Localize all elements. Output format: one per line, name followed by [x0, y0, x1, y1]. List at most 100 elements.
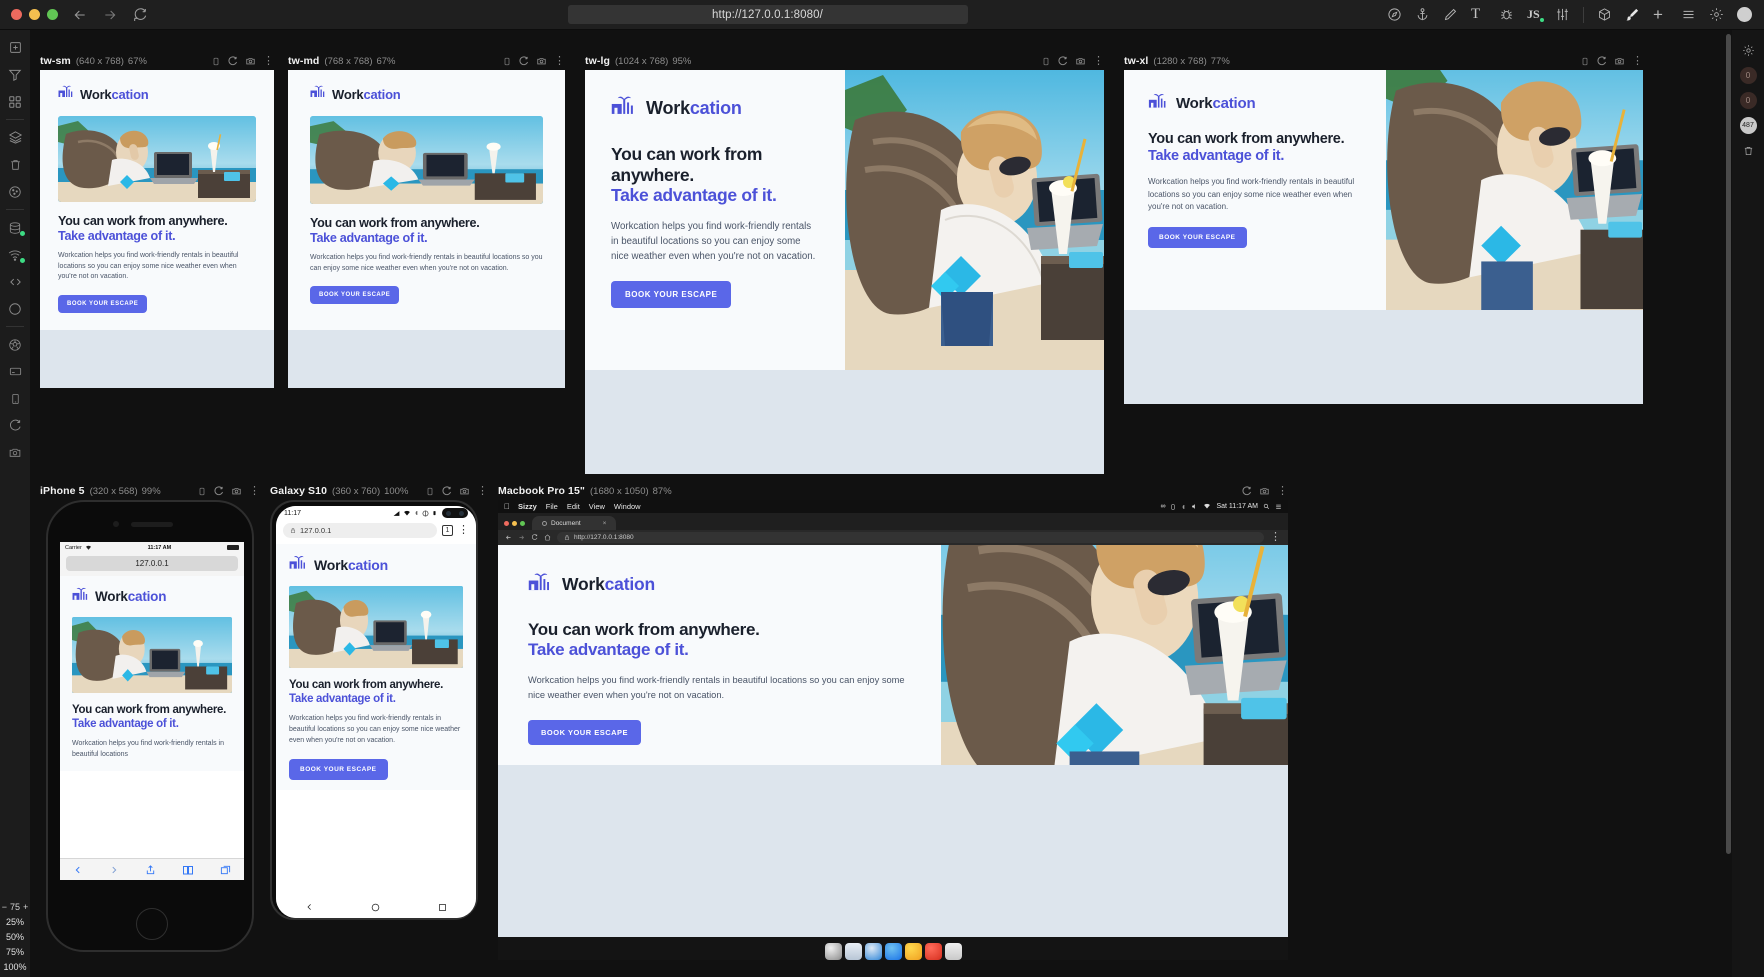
zoom-plus-button[interactable]: +: [23, 902, 28, 912]
device-menu-icon[interactable]: ⋮: [249, 485, 260, 496]
tabs-icon[interactable]: [220, 864, 231, 876]
menu-file[interactable]: File: [546, 502, 558, 511]
book-your-escape-button[interactable]: BOOK YOUR ESCAPE: [58, 295, 148, 314]
macbook-screen[interactable]:  Sizzy File Edit View Window ∞ Sat 11:1…: [498, 500, 1288, 960]
minimize-window-button[interactable]: [512, 521, 517, 526]
camera-icon[interactable]: [0, 439, 30, 466]
omnibox[interactable]: http://127.0.0.1:8080: [557, 532, 1264, 543]
home-icon[interactable]: [371, 903, 380, 912]
chrome-window-controls[interactable]: [504, 521, 525, 530]
brush-icon[interactable]: [1625, 7, 1640, 22]
device-reload-icon[interactable]: [518, 55, 529, 67]
close-window-button[interactable]: [504, 521, 509, 526]
browser-tab[interactable]: Document ×: [532, 516, 617, 530]
device-menu-icon[interactable]: ⋮: [1277, 485, 1288, 496]
site-logo[interactable]: Workcation: [528, 571, 911, 598]
dock-icon-safari[interactable]: [864, 943, 882, 960]
device-screenshot-icon[interactable]: [245, 56, 256, 66]
home-icon[interactable]: [544, 534, 551, 541]
forward-icon[interactable]: [102, 7, 118, 23]
chrome-url-bar[interactable]: 127.0.0.1 1 ⋮: [276, 520, 476, 544]
window-controls[interactable]: [0, 9, 58, 20]
device-viewport-tw-sm[interactable]: Workcation You can work from anywhere. T…: [40, 70, 274, 330]
share-icon[interactable]: [145, 864, 156, 876]
code-icon[interactable]: [0, 268, 30, 295]
control-center-icon[interactable]: [1275, 503, 1282, 510]
zoom-preset-50[interactable]: 50%: [6, 932, 24, 942]
zoom-stepper[interactable]: − 75 +: [2, 902, 29, 912]
circle-icon[interactable]: [0, 295, 30, 322]
counter-badge-487[interactable]: 487: [1739, 117, 1757, 134]
mobile-icon[interactable]: [0, 385, 30, 412]
device-screenshot-icon[interactable]: [1075, 56, 1086, 66]
zoom-minus-button[interactable]: −: [2, 902, 7, 912]
database-icon[interactable]: [0, 214, 30, 241]
maximize-window-button[interactable]: [47, 9, 58, 20]
menu-view[interactable]: View: [589, 502, 605, 511]
anchor-icon[interactable]: [1415, 7, 1430, 22]
url-text[interactable]: 127.0.0.1: [300, 526, 331, 535]
device-reload-icon[interactable]: [1596, 55, 1607, 67]
tab-count-button[interactable]: 1: [442, 525, 453, 536]
counter-badge-b[interactable]: 0: [1739, 92, 1757, 109]
close-window-button[interactable]: [11, 9, 22, 20]
trash-icon[interactable]: [1740, 142, 1757, 159]
card-icon[interactable]: [0, 358, 30, 385]
site-logo[interactable]: Workcation: [1148, 92, 1362, 115]
site-logo[interactable]: Workcation: [58, 84, 256, 104]
list-icon[interactable]: [1681, 7, 1696, 22]
device-reload-icon[interactable]: [441, 485, 452, 497]
site-logo[interactable]: Workcation: [72, 586, 232, 607]
device-rotate-icon[interactable]: [426, 486, 434, 497]
device-reload-icon[interactable]: [1057, 55, 1068, 67]
device-menu-icon[interactable]: ⋮: [1093, 55, 1104, 66]
add-device-icon[interactable]: [0, 34, 30, 61]
dock-icon-notes[interactable]: [904, 943, 922, 960]
book-your-escape-button[interactable]: BOOK YOUR ESCAPE: [310, 286, 400, 305]
filter-icon[interactable]: [0, 61, 30, 88]
record-icon[interactable]: [1737, 7, 1752, 22]
device-menu-icon[interactable]: ⋮: [477, 485, 488, 496]
minimize-window-button[interactable]: [29, 9, 40, 20]
zoom-preset-100[interactable]: 100%: [3, 962, 26, 972]
wifi-icon[interactable]: [0, 241, 30, 268]
macos-dock[interactable]: [498, 938, 1288, 960]
sliders-icon[interactable]: [1555, 7, 1570, 22]
dock-icon-launchpad[interactable]: [844, 943, 862, 960]
device-screenshot-icon[interactable]: [1259, 486, 1270, 496]
url-input[interactable]: http://127.0.0.1:8080/: [567, 5, 968, 24]
device-canvas[interactable]: tw-sm (640 x 768) 67% ⋮ Workcation You c…: [30, 30, 1732, 977]
js-icon[interactable]: JS: [1527, 7, 1544, 22]
dock-icon-finder[interactable]: [824, 943, 842, 960]
text-icon[interactable]: T: [1471, 7, 1486, 22]
chrome-menu-icon[interactable]: ⋮: [1270, 532, 1281, 543]
dock-icon-music[interactable]: [924, 943, 942, 960]
soccer-icon[interactable]: [0, 331, 30, 358]
device-menu-icon[interactable]: ⋮: [1632, 55, 1643, 66]
cube-icon[interactable]: [1597, 7, 1612, 22]
device-rotate-icon[interactable]: [212, 56, 220, 67]
reload-icon[interactable]: [132, 7, 148, 23]
device-screenshot-icon[interactable]: [1614, 56, 1625, 66]
menu-app-name[interactable]: Sizzy: [518, 502, 537, 511]
back-icon[interactable]: [505, 534, 512, 541]
device-reload-icon[interactable]: [227, 55, 238, 67]
galaxys10-screen[interactable]: 11:17 127.0.0.1 1 ⋮ Workcation You can w…: [276, 506, 476, 918]
refresh-icon[interactable]: [0, 412, 30, 439]
canvas-scrollbar[interactable]: [1726, 34, 1731, 854]
search-icon[interactable]: [1263, 503, 1270, 510]
device-viewport-tw-xl[interactable]: Workcation You can work from anywhere. T…: [1124, 70, 1643, 310]
pencil-icon[interactable]: [1443, 7, 1458, 22]
omnibox-url[interactable]: http://127.0.0.1:8080: [574, 534, 634, 541]
iphone-page-content[interactable]: Workcation You can work from anywhere. T…: [60, 576, 244, 771]
forward-icon[interactable]: [518, 534, 525, 541]
iphone5-screen[interactable]: Carrier 11:17 AM 127.0.0.1 Workcation Yo…: [60, 542, 244, 880]
cookie-icon[interactable]: [0, 178, 30, 205]
bookmarks-icon[interactable]: [182, 864, 194, 876]
gear-icon[interactable]: [1740, 42, 1757, 59]
reload-icon[interactable]: [531, 534, 538, 541]
device-screenshot-icon[interactable]: [459, 486, 470, 496]
gear-icon[interactable]: [1709, 7, 1724, 22]
device-screenshot-icon[interactable]: [536, 56, 547, 66]
maximize-window-button[interactable]: [520, 521, 525, 526]
